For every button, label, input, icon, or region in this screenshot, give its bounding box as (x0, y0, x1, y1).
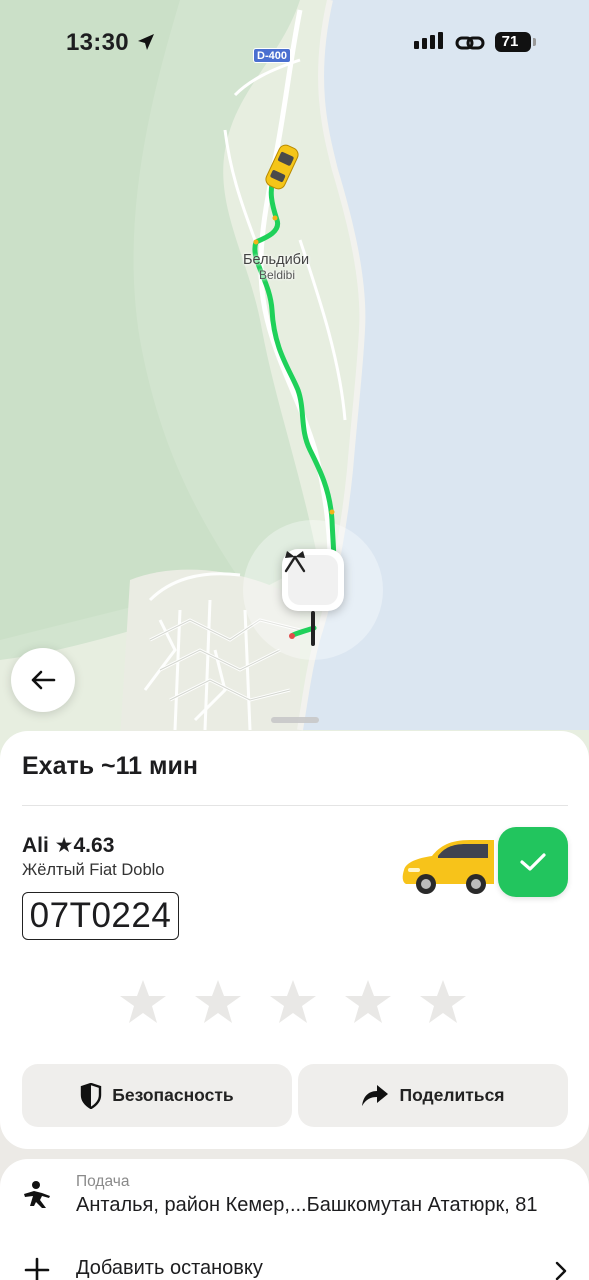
car-description: Жёлтый Fiat Doblo (22, 861, 165, 879)
shield-icon (81, 1082, 102, 1109)
confirm-button[interactable] (498, 827, 568, 897)
back-button[interactable] (11, 648, 75, 712)
destination-pin-stem (311, 611, 315, 646)
star-icon[interactable] (193, 978, 243, 1026)
divider (22, 805, 568, 806)
star-icon[interactable] (343, 978, 393, 1026)
chevron-right-icon[interactable] (554, 1261, 568, 1280)
destination-pin[interactable] (282, 549, 344, 611)
share-arrow-icon (362, 1084, 389, 1106)
safety-label: Безопасность (112, 1085, 234, 1105)
star-icon[interactable] (118, 978, 168, 1026)
town-name-ru: Бельдиби (243, 252, 310, 268)
driver-name-rating: Ali ★4.63 (22, 834, 115, 857)
pickup-label: Подача (76, 1173, 130, 1190)
map-canvas[interactable] (0, 0, 589, 760)
signal-icon (414, 32, 443, 49)
check-icon (520, 853, 546, 871)
add-stop-button[interactable]: Добавить остановку (76, 1257, 263, 1280)
pickup-address[interactable]: Анталья, район Кемер,...Башкомутан Ататю… (76, 1194, 538, 1217)
plus-icon (24, 1257, 50, 1280)
status-time: 13:30 (66, 29, 129, 56)
map-view[interactable]: D-400 Бельдиби Beldibi (0, 0, 589, 760)
license-plate: 07T0224 (22, 892, 179, 940)
status-bar: 13:30 71 (0, 0, 589, 86)
star-icon[interactable] (268, 978, 318, 1026)
location-arrow-icon (138, 34, 154, 50)
battery-level: 71 (501, 33, 519, 50)
finish-flags-icon (284, 551, 306, 573)
eta-title: Ехать ~11 мин (22, 752, 198, 780)
safety-button[interactable]: Безопасность (22, 1064, 292, 1127)
star-icon[interactable] (418, 978, 468, 1026)
link-icon (455, 36, 485, 50)
battery-tip (533, 38, 536, 46)
share-button[interactable]: Поделиться (298, 1064, 568, 1127)
rating-stars (118, 978, 468, 1026)
sheet-grabber[interactable] (271, 717, 319, 723)
car-image (402, 840, 494, 894)
arrow-left-icon (31, 670, 56, 690)
share-label: Поделиться (399, 1085, 505, 1105)
battery-icon: 71 (495, 32, 531, 52)
town-name-en: Beldibi (259, 268, 296, 282)
walking-person-icon (24, 1181, 50, 1208)
